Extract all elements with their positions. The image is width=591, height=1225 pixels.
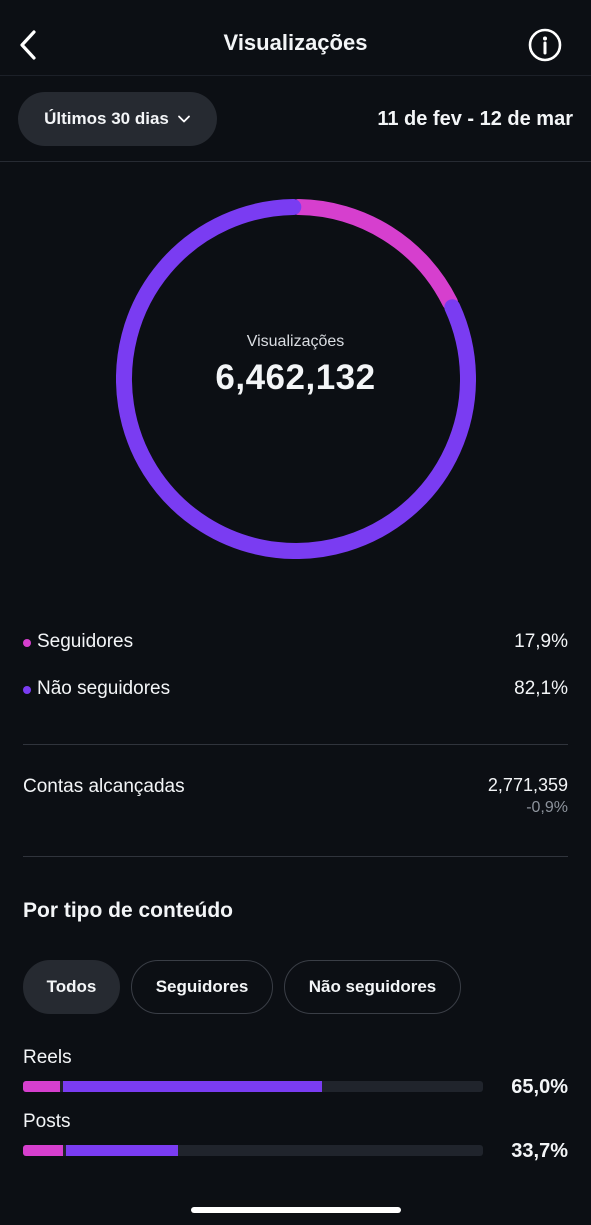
info-button[interactable]	[528, 28, 562, 62]
accounts-reached-value: 2,771,359	[487, 775, 568, 795]
filter-chip-followers[interactable]: Seguidores	[131, 960, 273, 1014]
bar-segment-non-followers	[66, 1145, 178, 1156]
info-icon	[528, 28, 562, 62]
legend-non-followers-label: Não seguidores	[37, 678, 171, 699]
top-bar: Visualizações	[0, 0, 591, 76]
chevron-down-icon	[177, 115, 190, 123]
accounts-reached-label: Contas alcançadas	[23, 776, 185, 797]
content-type-label-posts: Posts	[23, 1111, 71, 1132]
bar-segment-followers	[23, 1081, 61, 1092]
divider	[23, 744, 568, 745]
content-type-label-reels: Reels	[23, 1047, 72, 1068]
content-type-bar-posts	[23, 1145, 483, 1156]
filter-chip-label: Todos	[46, 977, 97, 996]
accounts-reached-change: -0,9%	[526, 799, 568, 816]
bar-segment-non-followers	[63, 1081, 322, 1092]
content-type-percent-posts: 33,7%	[511, 1140, 568, 1162]
donut-center-label: Visualizações	[246, 333, 345, 350]
content-type-percent-reels: 65,0%	[511, 1076, 568, 1098]
donut-segment-followers	[290, 199, 458, 311]
content-type-title: Por tipo de conteúdo	[23, 899, 233, 922]
filter-chip-non-followers[interactable]: Não seguidores	[284, 960, 461, 1014]
content-type-bar-reels	[23, 1081, 483, 1092]
filter-chip-all[interactable]: Todos	[23, 960, 120, 1014]
bar-segment-followers	[23, 1145, 64, 1156]
date-range-text: 11 de fev - 12 de mar	[377, 108, 573, 130]
legend-non-followers: Não seguidores 82,1%	[23, 676, 568, 704]
header-divider	[0, 161, 591, 162]
divider	[23, 856, 568, 857]
non-followers-dot	[23, 686, 31, 694]
legend-followers-label: Seguidores	[37, 631, 134, 652]
home-indicator	[191, 1207, 401, 1213]
followers-dot	[23, 639, 31, 647]
legend-followers: Seguidores 17,9%	[23, 629, 568, 657]
filter-chip-label: Seguidores	[155, 977, 249, 996]
total-views-value: 6,462,132	[215, 358, 376, 397]
page-title: Visualizações	[223, 30, 368, 55]
date-range-dropdown[interactable]: Últimos 30 dias	[18, 92, 217, 146]
legend-non-followers-percent: 82,1%	[514, 678, 568, 699]
date-range-dropdown-label: Últimos 30 dias	[44, 109, 169, 128]
filter-chip-label: Não seguidores	[308, 977, 437, 996]
legend-followers-percent: 17,9%	[514, 631, 568, 652]
